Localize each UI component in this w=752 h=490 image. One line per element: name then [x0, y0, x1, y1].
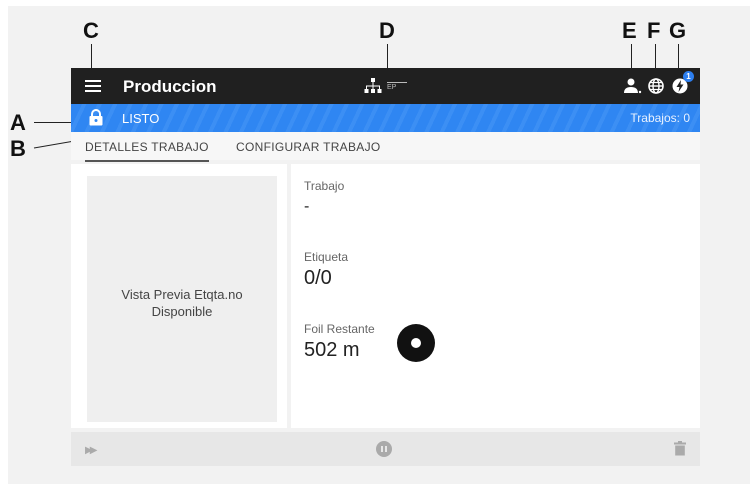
label-count-label: Etiqueta — [304, 250, 349, 264]
app-header: Produccion EP 1 — [71, 68, 700, 104]
page-title: Produccion — [123, 77, 217, 96]
preview-line-1: Vista Previa Etqta.no — [121, 287, 243, 302]
label-count-value: 0/0 — [304, 267, 332, 289]
foil-remaining-label: Foil Restante — [304, 322, 375, 336]
pause-icon[interactable] — [376, 441, 392, 457]
fast-forward-icon[interactable]: ▶▶ — [85, 445, 98, 456]
job-info-panel: Trabajo - Etiqueta 0/0 Foil Restante 502… — [291, 164, 700, 428]
preview-line-2: Disponible — [151, 304, 213, 319]
trash-icon[interactable] — [674, 441, 686, 456]
preview-unavailable-text: Vista Previa Etqta.no Disponible — [87, 286, 277, 320]
job-label: Trabajo — [304, 179, 345, 193]
tab-detalles-trabajo[interactable]: DETALLES TRABAJO — [85, 140, 209, 162]
label-preview-panel: Vista Previa Etqta.no Disponible — [71, 164, 287, 428]
foil-roll-icon — [397, 324, 435, 362]
job-value: - — [304, 198, 310, 215]
network-label: EP — [387, 82, 407, 91]
user-icon[interactable] — [624, 78, 642, 94]
globe-icon[interactable] — [648, 78, 664, 94]
jobs-count: Trabajos: 0 — [630, 111, 690, 125]
status-text: LISTO — [122, 111, 160, 126]
job-details-content: Vista Previa Etqta.no Disponible Trabajo… — [71, 164, 700, 428]
menu-icon[interactable] — [85, 80, 101, 92]
network-icon[interactable] — [364, 78, 382, 94]
foil-remaining-value: 502 m — [304, 339, 360, 361]
tab-bar: DETALLES TRABAJO CONFIGURAR TRABAJO — [71, 132, 700, 162]
tab-configurar-trabajo[interactable]: CONFIGURAR TRABAJO — [236, 140, 381, 154]
notification-badge: 1 — [683, 71, 694, 82]
lock-icon[interactable] — [89, 109, 103, 126]
label-preview: Vista Previa Etqta.no Disponible — [87, 176, 277, 422]
status-bar: LISTO Trabajos: 0 — [71, 104, 700, 132]
action-bar: ▶▶ — [71, 432, 700, 466]
